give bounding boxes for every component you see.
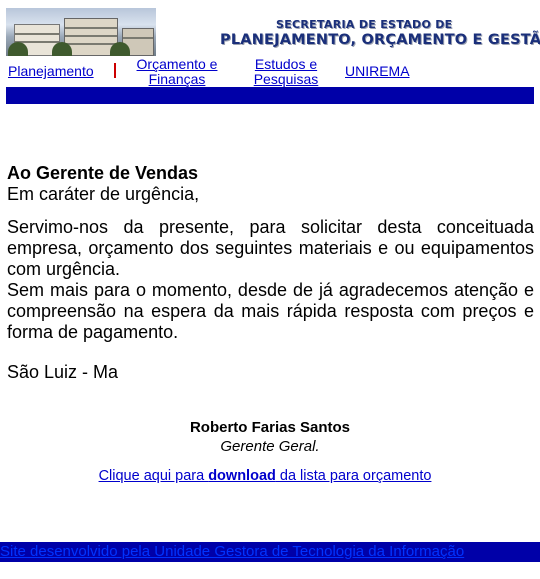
signer-name: Roberto Farias Santos — [189, 419, 351, 436]
nav-orcamento-financas[interactable]: Orçamento e Finanças — [128, 57, 226, 87]
nav-unirema-label: UNIREMA — [345, 63, 410, 79]
signer-role: Gerente Geral. — [220, 438, 320, 455]
nav-estudos-label-line1: Estudos e — [254, 56, 318, 72]
letter-body-2: Sem mais para o momento, desde de já agr… — [7, 280, 534, 342]
nav-orcamento-label-line1: Orçamento e — [136, 56, 218, 72]
orgao-title: PLANEJAMENTO, ORÇAMENTO E GESTÃO — [220, 32, 540, 48]
nav-estudos-label-line2: Pesquisas — [253, 71, 319, 87]
download-link-prefix: Clique aqui para — [98, 468, 209, 484]
header-banner: SECRETARIA DE ESTADO DE PLANEJAMENTO, OR… — [6, 8, 540, 58]
main-nav: Planejamento Orçamento e Finanças Estudo… — [8, 57, 534, 87]
footer-credit: Site desenvolvido pela Unidade Gestora d… — [0, 543, 465, 560]
nav-estudos-pesquisas[interactable]: Estudos e Pesquisas — [246, 57, 326, 87]
download-link-suffix: da lista para orçamento — [275, 468, 432, 484]
nav-planejamento-label: Planejamento — [8, 63, 94, 79]
nav-separator — [114, 63, 116, 78]
letter-content: Ao Gerente de Vendas Em caráter de urgên… — [7, 163, 534, 383]
letter-city: São Luiz - Ma — [7, 362, 119, 382]
letter-body-1: Servimo-nos da presente, para solicitar … — [7, 217, 534, 279]
nav-orcamento-label-line2: Finanças — [148, 71, 206, 87]
blue-divider-bar — [6, 87, 534, 104]
download-link[interactable]: Clique aqui para download da lista para … — [99, 468, 432, 484]
secretaria-title: SECRETARIA DE ESTADO DE — [276, 18, 453, 31]
letter-urgency: Em caráter de urgência, — [7, 184, 200, 204]
letter-recipient: Ao Gerente de Vendas — [7, 163, 199, 183]
download-section: Clique aqui para download da lista para … — [0, 468, 530, 484]
nav-unirema[interactable]: UNIREMA — [345, 64, 410, 79]
download-link-bold: download — [208, 468, 276, 484]
signature-block: Roberto Farias Santos Gerente Geral. — [0, 418, 540, 456]
building-photo — [6, 8, 156, 56]
footer-bar[interactable]: Site desenvolvido pela Unidade Gestora d… — [0, 542, 540, 562]
nav-planejamento[interactable]: Planejamento — [8, 64, 94, 79]
